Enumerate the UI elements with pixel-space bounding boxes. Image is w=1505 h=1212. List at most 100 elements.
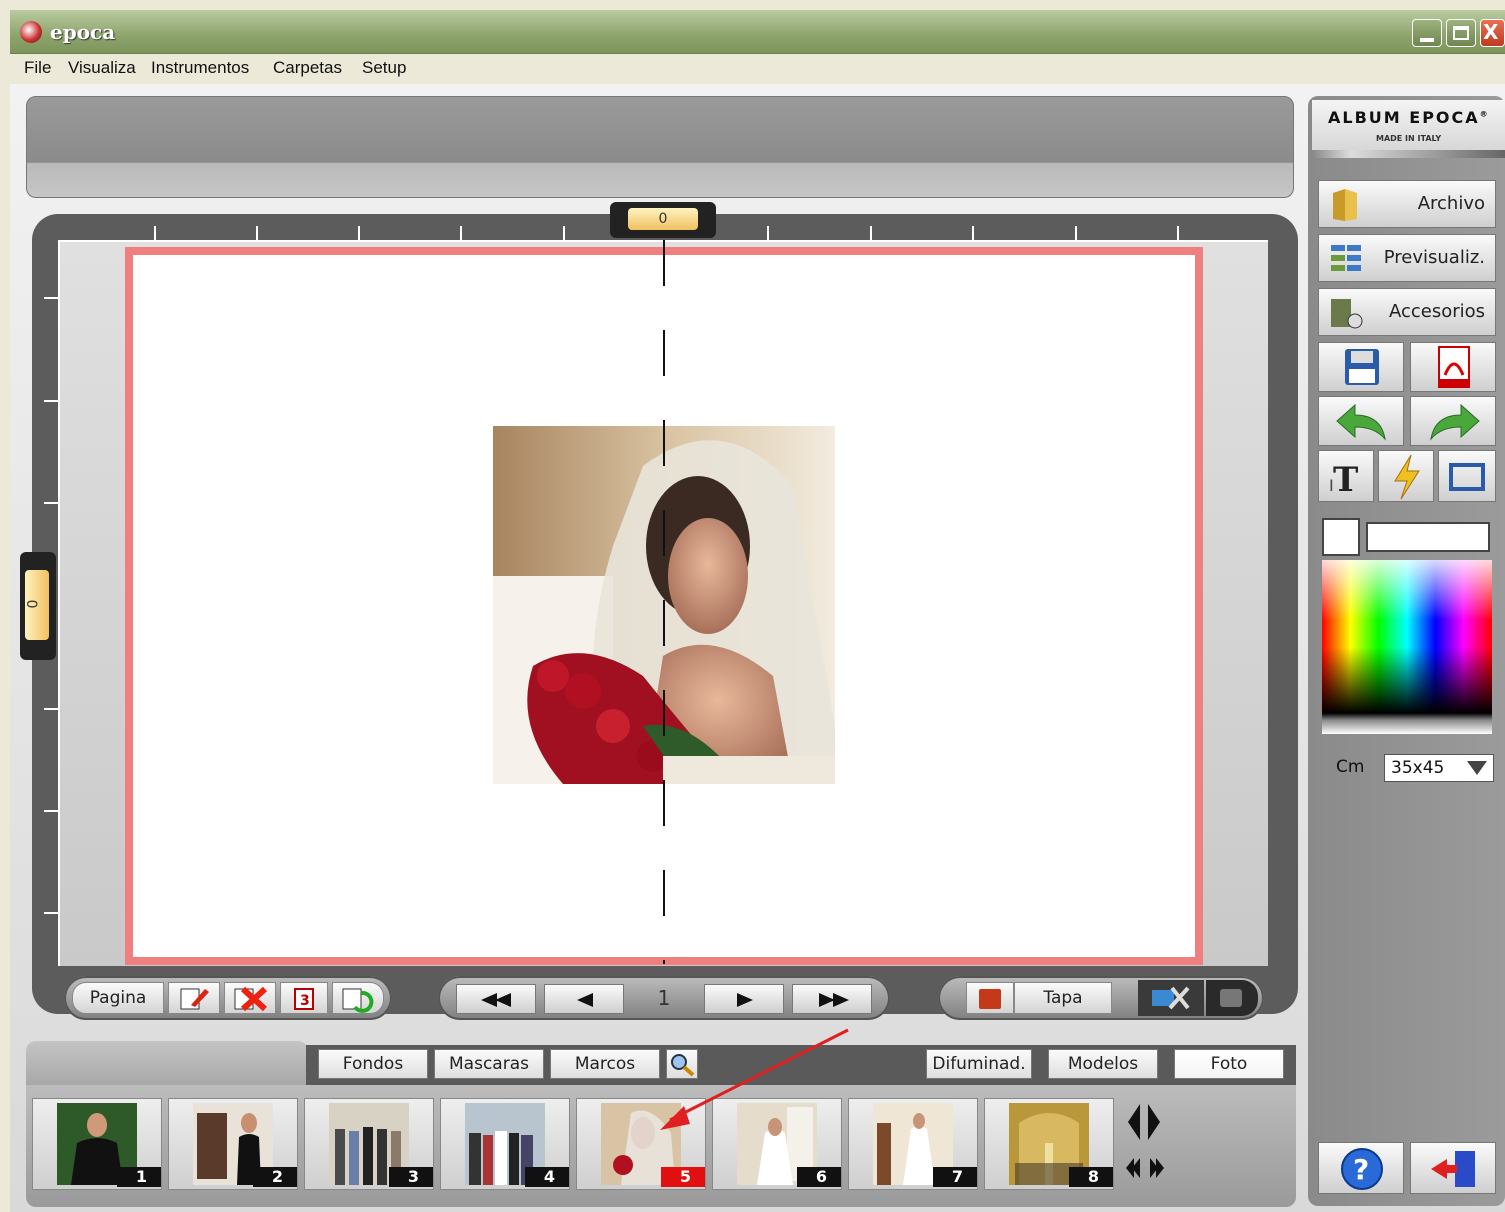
- brand-mark: ®: [1479, 109, 1490, 119]
- brand-logo: ALBUM EPOCA® MADE IN ITALY: [1312, 100, 1505, 156]
- ruler-tick: [1075, 226, 1077, 240]
- help-icon: ?: [1341, 1148, 1383, 1190]
- effects-button[interactable]: [1378, 450, 1434, 502]
- first-page-button[interactable]: [456, 984, 536, 1014]
- maximize-button[interactable]: [1446, 19, 1476, 47]
- ruler-tick: [256, 226, 258, 240]
- color-value-field[interactable]: [1366, 522, 1490, 552]
- fast-forward-icon: [819, 993, 849, 1007]
- vertical-ruler-slider[interactable]: 0: [20, 552, 56, 660]
- svg-text:?: ?: [1353, 1153, 1369, 1186]
- photo-thumbnail[interactable]: 8: [984, 1098, 1114, 1190]
- ruler-tick: [44, 400, 58, 402]
- exit-button[interactable]: [1410, 1142, 1496, 1194]
- app-window: epoca X File Visualiza Instrumentos Carp…: [0, 0, 1505, 1212]
- menu-setup[interactable]: Setup: [362, 58, 406, 78]
- undo-button[interactable]: [1318, 396, 1404, 446]
- ruler-tick: [44, 810, 58, 812]
- cover-icon-button[interactable]: [966, 982, 1014, 1014]
- undo-icon: [1336, 403, 1386, 441]
- center-fold-line: [663, 240, 665, 964]
- previsualiz-button[interactable]: Previsualiz.: [1318, 234, 1496, 282]
- help-button[interactable]: ?: [1318, 1142, 1404, 1194]
- tab-blank: [26, 1041, 308, 1085]
- display-button[interactable]: [1206, 980, 1258, 1016]
- ruler-tick: [972, 226, 974, 240]
- previsualiz-label: Previsualiz.: [1383, 247, 1485, 268]
- delete-page-icon: [234, 986, 268, 1012]
- renumber-page-button[interactable]: [332, 982, 384, 1014]
- album-size-select[interactable]: 35x45: [1384, 754, 1494, 782]
- ruler-tick: [44, 502, 58, 504]
- edit-page-button[interactable]: [168, 982, 220, 1014]
- accesorios-button[interactable]: Accesorios: [1318, 288, 1496, 336]
- tab-foto[interactable]: Foto: [1174, 1049, 1284, 1079]
- close-button[interactable]: X: [1480, 19, 1505, 47]
- thumbnail-number: 2: [253, 1167, 297, 1187]
- selected-color-swatch[interactable]: [1322, 518, 1360, 556]
- color-picker[interactable]: [1322, 560, 1492, 734]
- prev-page-button[interactable]: [544, 984, 624, 1014]
- photo-thumbnail[interactable]: 2: [168, 1098, 298, 1190]
- accesorios-label: Accesorios: [1388, 301, 1485, 322]
- photo-thumbnail[interactable]: 4: [440, 1098, 570, 1190]
- menu-carpetas[interactable]: Carpetas: [273, 58, 342, 78]
- ruler-tick: [154, 226, 156, 240]
- minimize-button[interactable]: [1412, 19, 1442, 47]
- save-icon: [1345, 349, 1379, 385]
- text-tool-button[interactable]: TI: [1318, 450, 1374, 502]
- ruler-tick: [44, 297, 58, 299]
- accessories-icon: [1331, 299, 1363, 329]
- redo-icon: [1430, 403, 1480, 441]
- preview-icon: [1331, 245, 1361, 271]
- chevron-down-icon: [1467, 761, 1487, 775]
- ruler-tick: [44, 912, 58, 914]
- tab-fondos[interactable]: Fondos: [318, 1049, 428, 1079]
- next-icon: [737, 993, 753, 1007]
- tools-icon: [1152, 986, 1190, 1010]
- svg-text:3: 3: [300, 993, 310, 1009]
- page-label: Pagina: [72, 982, 164, 1014]
- next-page-button[interactable]: [704, 984, 784, 1014]
- exit-icon: [1431, 1151, 1475, 1187]
- last-page-button[interactable]: [792, 984, 872, 1014]
- redo-button[interactable]: [1410, 396, 1496, 446]
- tools-button[interactable]: [1138, 980, 1204, 1016]
- rewind-icon: [481, 993, 511, 1007]
- export-pdf-button[interactable]: [1410, 342, 1496, 392]
- edit-page-icon: [180, 988, 209, 1010]
- page-count-button[interactable]: 3: [280, 982, 328, 1014]
- tab-modelos[interactable]: Modelos: [1048, 1049, 1158, 1079]
- svg-text:I: I: [1329, 476, 1334, 495]
- monitor-icon: [1220, 989, 1242, 1007]
- book-cover-icon: [979, 989, 1001, 1009]
- thumbnail-number: 8: [1069, 1167, 1113, 1187]
- photo-thumbnail[interactable]: 3: [304, 1098, 434, 1190]
- thumbnail-nav: [1120, 1098, 1170, 1190]
- folder-icon: [1333, 189, 1357, 221]
- horizontal-ruler-slider[interactable]: 0: [610, 202, 716, 238]
- frame-tool-button[interactable]: [1438, 450, 1496, 502]
- archivo-label: Archivo: [1417, 193, 1485, 214]
- save-button[interactable]: [1318, 342, 1404, 392]
- current-page-number: 1: [657, 986, 671, 1010]
- page-number-icon: 3: [294, 988, 314, 1010]
- horizontal-ruler-value: 0: [628, 208, 698, 230]
- tab-difuminad[interactable]: Difuminad.: [926, 1049, 1032, 1079]
- menu-instrumentos[interactable]: Instrumentos: [151, 58, 249, 78]
- archivo-button[interactable]: Archivo: [1318, 180, 1496, 228]
- thumbnail-number: 7: [933, 1167, 977, 1187]
- photo-thumbnail[interactable]: 1: [32, 1098, 162, 1190]
- delete-page-button[interactable]: [224, 982, 276, 1014]
- ruler-tick: [44, 708, 58, 710]
- menu-file[interactable]: File: [24, 58, 51, 78]
- ruler-tick: [460, 226, 462, 240]
- ruler-tick: [767, 226, 769, 240]
- ruler-tick: [563, 226, 565, 240]
- tab-mascaras[interactable]: Mascaras: [434, 1049, 544, 1079]
- cover-button[interactable]: Tapa: [1014, 982, 1112, 1014]
- ruler-tick: [358, 226, 360, 240]
- window-title: epoca: [50, 20, 116, 44]
- menu-bar: File Visualiza Instrumentos Carpetas Set…: [10, 54, 1505, 84]
- menu-visualiza[interactable]: Visualiza: [68, 58, 136, 78]
